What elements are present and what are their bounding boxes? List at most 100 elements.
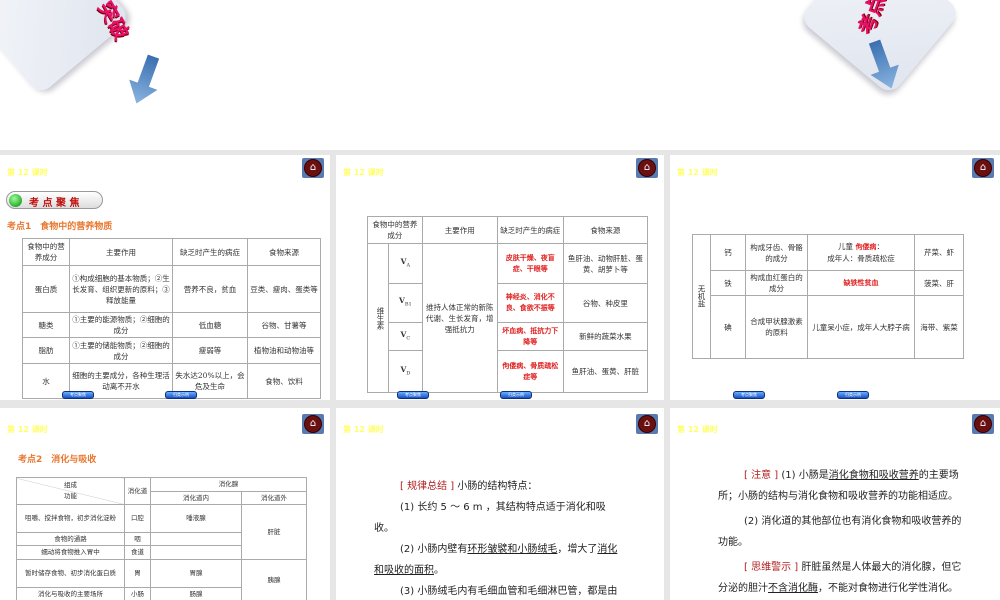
home-button[interactable]: ⌂ bbox=[972, 158, 994, 178]
text: ，不能对食物进行化学性消化。 bbox=[818, 583, 958, 594]
home-button[interactable]: ⌂ bbox=[636, 158, 658, 178]
cell: 谷物、甘薯等 bbox=[247, 312, 321, 338]
cell: 儿童呆小症，成年人大脖子病 bbox=[807, 295, 915, 359]
table-row: 铁构成血红蛋白的成分 缺铁性贫血 菠菜、肝 bbox=[693, 270, 964, 296]
home-button[interactable]: ⌂ bbox=[302, 414, 324, 434]
vitamin-sub: D bbox=[406, 370, 411, 377]
header-cell: 食物中的营养成分 bbox=[22, 238, 70, 266]
header-cell: 缺乏时产生的病症 bbox=[496, 216, 564, 244]
summary-text: [ 规律总结 ] 小肠的结构特点： (1) 长约 5 ～ 6 m ，其结构特点适… bbox=[374, 476, 619, 600]
vitamin-sub: C bbox=[406, 335, 411, 342]
cell: 胃 bbox=[124, 559, 151, 588]
slide-thumbnail-5[interactable]: 第 12 课时 ⌂ [ 规律总结 ] 小肠的结构特点： (1) 长约 5 ～ 6… bbox=[336, 408, 664, 600]
slide-thumbnail-6[interactable]: 第 12 课时 ⌂ [ 注意 ] (1) 小肠是消化食物和吸收营养的主要场所；小… bbox=[670, 408, 1000, 600]
section-badge: 考 点 聚 焦 bbox=[6, 191, 103, 209]
cell: 谷物、种皮里 bbox=[562, 283, 649, 323]
cell: 豆类、瘦肉、蛋类等 bbox=[247, 265, 321, 313]
home-icon: ⌂ bbox=[974, 159, 992, 177]
slide-thumbnail-2[interactable]: 第 12 课时 ⌂ 食物中的营养成分 主要作用 缺乏时产生的病症 食物来源 维生素 VA… bbox=[336, 155, 664, 400]
header-cell: 缺乏时产生的病症 bbox=[172, 238, 248, 266]
home-icon: ⌂ bbox=[304, 159, 322, 177]
table-row: VC 坏血病、抵抗力下降等 新鲜的蔬菜水果 bbox=[368, 322, 649, 351]
table-row: 咀嚼、搅拌食物，初步消化淀粉 口腔 唾液腺 肝脏 bbox=[16, 504, 307, 560]
underlined-text: 不含消化酶 bbox=[768, 583, 818, 594]
cell: ①构成细胞的基本物质；②生长发育、组织更新的原料；③释放能量 bbox=[69, 265, 173, 313]
cell: 食物的通路 bbox=[16, 532, 125, 546]
nav-prev-button[interactable]: 考点聚焦 bbox=[62, 391, 94, 399]
slide-thumbnail-1[interactable]: 第 12 课时 ⌂ 考 点 聚 焦 考点1 食物中的营养物质 食物中的营养成分主… bbox=[0, 155, 330, 400]
cell: 小肠 bbox=[124, 587, 151, 600]
header-cell: 主要作用 bbox=[69, 238, 173, 266]
header-cell: 食物来源 bbox=[562, 216, 649, 244]
nav-prev-button[interactable]: 考点聚焦 bbox=[397, 391, 429, 399]
cell: 消化与吸收的主要场所 bbox=[16, 587, 125, 600]
disease-answer: 神经炎、消化不良、食欲不振等 bbox=[496, 283, 564, 323]
nav-next-button[interactable]: 归类示例 bbox=[165, 391, 197, 399]
cell: 食物、饮料 bbox=[247, 363, 321, 399]
disease-answer: 皮肤干燥、夜盲症、干眼等 bbox=[496, 243, 564, 284]
disease-answer: 佝偻病 bbox=[855, 243, 877, 251]
section-badge-label: 考 点 聚 焦 bbox=[29, 198, 80, 209]
lesson-label: 第 12 课时 bbox=[677, 168, 718, 177]
group-cell: 无机盐 bbox=[692, 234, 711, 359]
cell: 海带、紫菜 bbox=[914, 295, 964, 359]
slide-thumbnail-4[interactable]: 第 12 课时 ⌂ 考点2 消化与吸收 组成 功能 消化道 消化腺 消化道内 消化道外 … bbox=[0, 408, 330, 600]
diag-top-label: 组成 bbox=[64, 481, 77, 489]
table-row: 蛋白质 ①构成细胞的基本物质；②生长发育、组织更新的原料；③释放能量 营养不良，贫血… bbox=[22, 265, 321, 313]
cell: 蛋白质 bbox=[22, 265, 70, 313]
table-row: 糖类 ①主要的能源物质；②细胞的成分 低血糖 谷物、甘薯等 bbox=[22, 312, 321, 338]
nav-prev-button[interactable]: 考点聚焦 bbox=[733, 391, 765, 399]
disease-answer: 佝偻病、骨质疏松症等 bbox=[496, 350, 564, 393]
text: 小肠的结构特点： bbox=[454, 481, 538, 492]
disease-answer: 缺铁性贫血 bbox=[807, 270, 915, 296]
text: 。 bbox=[434, 565, 444, 576]
header-cell: 食物来源 bbox=[247, 238, 321, 266]
cell: ①主要的储能物质；②细胞的成分 bbox=[69, 337, 173, 364]
home-button[interactable]: ⌂ bbox=[302, 158, 324, 178]
home-button[interactable]: ⌂ bbox=[972, 414, 994, 434]
table-row: 脂肪 ①主要的储能物质；②细胞的成分 瘦弱等 植物油和动物油等 bbox=[22, 337, 321, 364]
cell: 成年人：骨质疏松症 bbox=[827, 254, 895, 263]
cell: 胃腺 bbox=[150, 559, 242, 588]
mineral-table: 无机盐钙构成牙齿、骨骼的成分 儿童 佝偻病： 成年人：骨质疏松症 芹菜、虾 铁构成血红… bbox=[692, 234, 964, 359]
previous-slide-thumbnail[interactable]: 突破 考点 bbox=[0, 0, 1000, 150]
vitamin-table: 食物中的营养成分 主要作用 缺乏时产生的病症 食物来源 维生素 VA 维持人体正常的新陈代… bbox=[367, 216, 649, 393]
vitamin-sub: B1 bbox=[404, 301, 412, 308]
arrow-icon bbox=[122, 51, 167, 108]
vitamin-sub: A bbox=[406, 262, 411, 269]
diag-bottom-label: 功能 bbox=[64, 492, 77, 500]
home-icon: ⌂ bbox=[304, 415, 322, 433]
digestion-table: 组成 功能 消化道 消化腺 消化道内 消化道外 咀嚼、搅拌食物，初步消化淀粉 口腔 唾液腺肝… bbox=[16, 477, 307, 600]
table-row: 维生素 VA 维持人体正常的新陈代谢、生长发育，增强抵抗力 皮肤干燥、夜盲症、干眼等鱼… bbox=[367, 243, 649, 393]
nav-next-button[interactable]: 归类示例 bbox=[837, 391, 869, 399]
cell-label: 儿童 bbox=[838, 242, 854, 251]
paragraph: (2) 消化道的其他部位也有消化食物和吸收营养的功能。 bbox=[718, 516, 962, 548]
section-heading: 考点1 食物中的营养物质 bbox=[7, 222, 113, 232]
cell: 食道 bbox=[124, 545, 151, 560]
header-cell: 消化道内 bbox=[150, 491, 242, 505]
summary-tag: [ 规律总结 ] bbox=[400, 481, 455, 492]
cell: 唾液腺 bbox=[150, 504, 242, 533]
cell: 肠腺 bbox=[150, 587, 242, 600]
lesson-label: 第 12 课时 bbox=[7, 425, 48, 434]
slide-thumbnail-3[interactable]: 第 12 课时 ⌂ 无机盐钙构成牙齿、骨骼的成分 儿童 佝偻病： 成年人：骨质疏松症… bbox=[670, 155, 1000, 400]
note-text: [ 注意 ] (1) 小肠是消化食物和吸收营养的主要场所；小肠的结构与消化食物和… bbox=[718, 465, 963, 599]
cell: 菠菜、肝 bbox=[914, 270, 964, 296]
cell: 构成牙齿、骨骼的成分 bbox=[745, 234, 808, 271]
paragraph: (3) 小肠绒毛内有毛细血管和毛细淋巴管，都是由一层上皮细胞构成的，大多数营养物… bbox=[400, 586, 618, 597]
home-icon: ⌂ bbox=[638, 159, 656, 177]
table-row: VB1 神经炎、消化不良、食欲不振等 谷物、种皮里 bbox=[368, 283, 649, 323]
green-dot-icon bbox=[9, 194, 22, 207]
home-icon: ⌂ bbox=[638, 415, 656, 433]
table-row: 碘合成甲状腺激素的原料 儿童呆小症，成年人大脖子病 海带、紫菜 bbox=[693, 295, 964, 359]
underlined-text: 环形皱襞和小肠绒毛 bbox=[467, 544, 558, 555]
cell: 新鲜的蔬菜水果 bbox=[562, 322, 649, 351]
cell: 钙 bbox=[710, 234, 746, 271]
header-cell: 食物中的营养成分 bbox=[367, 216, 423, 244]
home-button[interactable]: ⌂ bbox=[636, 414, 658, 434]
cell: 糖类 bbox=[22, 312, 70, 338]
note-tag: [ 注意 ] bbox=[744, 470, 779, 481]
nav-next-button[interactable]: 归类示例 bbox=[500, 391, 532, 399]
header-cell: 主要作用 bbox=[421, 216, 498, 244]
cell: 咀嚼、搅拌食物，初步消化淀粉 bbox=[16, 504, 125, 533]
